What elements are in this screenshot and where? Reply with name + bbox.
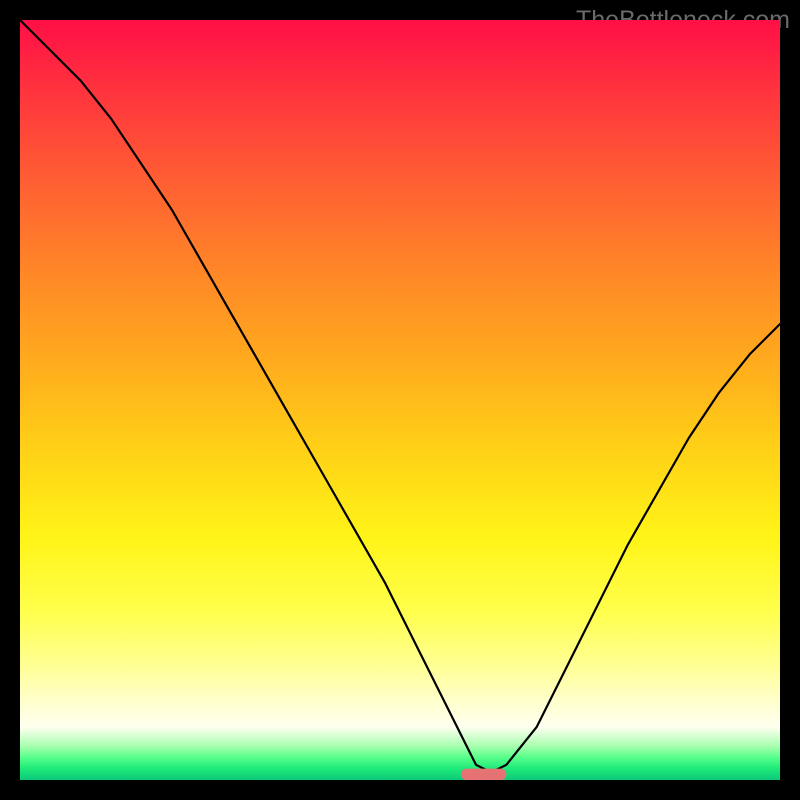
optimal-marker: [461, 769, 507, 780]
plot-area: [20, 20, 780, 780]
curve-svg: [20, 20, 780, 780]
chart-frame: TheBottleneck.com: [0, 0, 800, 800]
bottleneck-curve: [20, 20, 780, 772]
